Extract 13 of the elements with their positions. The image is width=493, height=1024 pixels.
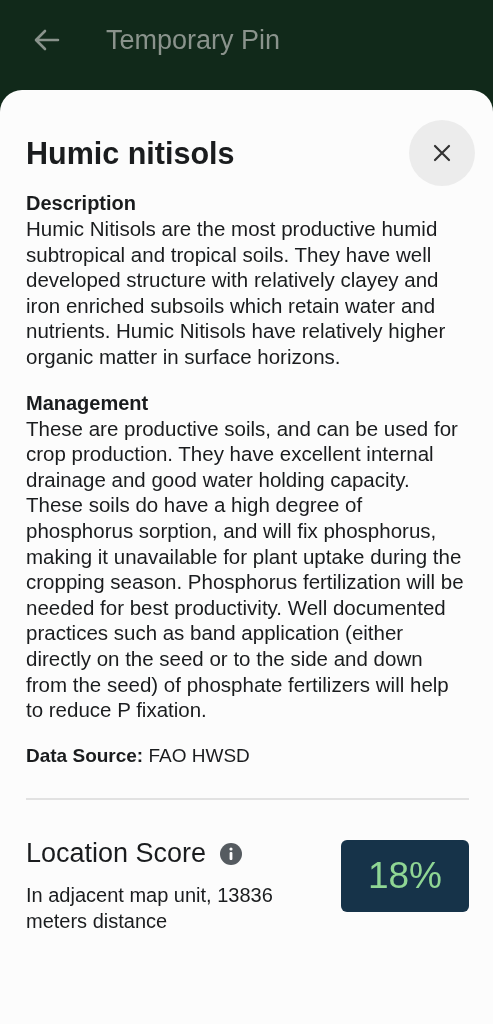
section-heading: Management <box>26 390 150 416</box>
location-score-title: Location Score <box>26 838 207 870</box>
screen-title: Temporary Pin <box>106 24 281 56</box>
score-badge: 18% <box>341 840 469 913</box>
back-arrow-icon[interactable] <box>34 29 60 51</box>
section-heading: Description <box>26 191 138 216</box>
distance-text: In adjacent map unit, 13836 meters distance <box>26 883 274 934</box>
info-icon[interactable] <box>220 842 243 865</box>
section-text: Humic Nitisols are the most productive humid subtropical and tropical soils. They have well developed structure with relatively clayey and iron enriched subsoils which retain water and nutrients. Humic Nitisols have relatively higher organic matter in surface horizons. <box>26 216 447 370</box>
close-icon <box>432 143 452 163</box>
data-source-text: Data Source: FAO HWSD <box>26 743 251 768</box>
section-text: These are productive soils, and can be used for crop production. They have excellent internal drainage and good water holding capacity. These soils do have a high degree of phosphorus sorption, and will fix phosphorus, making it unavailable for plant uptake during the cropping season. Phosphorus fertilization will be needed for best productivity. Well documented practices such as band application (either directly on the seed or to the side and down from the seed) of phosphate fertilizers will help to reduce P fixation. <box>26 415 465 723</box>
soil-title: Humic nitisols <box>26 135 235 171</box>
